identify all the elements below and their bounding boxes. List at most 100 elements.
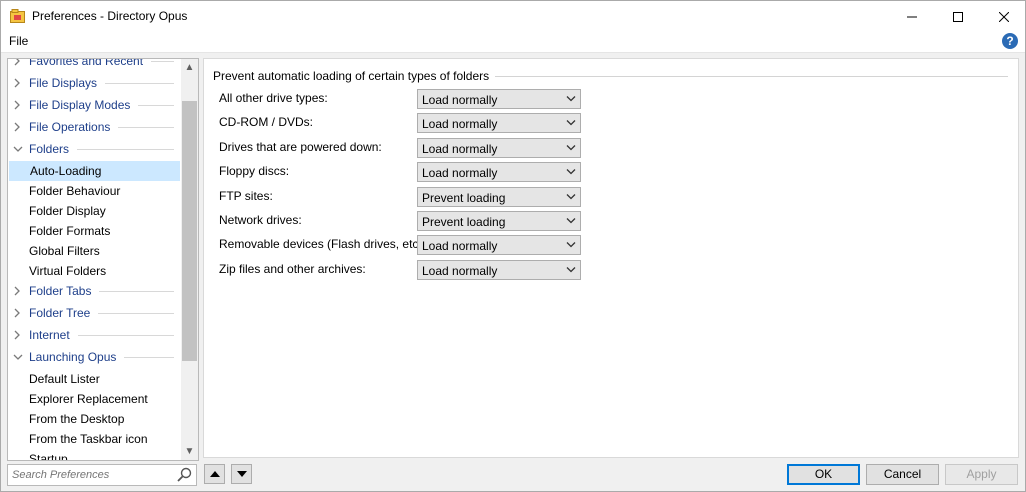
search-icon[interactable] (177, 467, 192, 482)
setting-label: Removable devices (Flash drives, etc): (219, 237, 426, 251)
tree-item[interactable]: File Displays (8, 73, 180, 93)
scroll-thumb[interactable] (182, 101, 197, 361)
dropdown-value: Load normally (422, 264, 498, 278)
tree-item-label: Internet (29, 328, 70, 342)
tree-item[interactable]: Favorites and Recent (8, 59, 180, 71)
maximize-button[interactable] (935, 1, 981, 32)
setting-dropdown[interactable]: Load normally (417, 113, 581, 133)
setting-dropdown[interactable]: Prevent loading (417, 187, 581, 207)
tree-item[interactable]: File Operations (8, 117, 180, 137)
tree-item-label: Folder Tabs (29, 284, 92, 298)
tree-item-label: Folders (29, 142, 70, 156)
tree-item-label: Explorer Replacement (29, 392, 148, 406)
category-rule (138, 105, 174, 106)
tree-item[interactable]: File Display Modes (8, 95, 180, 115)
tree-item-label: Default Lister (29, 372, 100, 386)
setting-label: CD-ROM / DVDs: (219, 115, 313, 129)
setting-dropdown[interactable]: Load normally (417, 235, 581, 255)
tree-item[interactable]: From the Taskbar icon (8, 429, 180, 449)
tree-item[interactable]: Internet (8, 325, 180, 345)
tree-item[interactable]: Folder Display (8, 201, 180, 221)
tree-item-label: Virtual Folders (29, 264, 107, 278)
search-box[interactable] (7, 464, 197, 486)
dropdown-value: Load normally (422, 117, 498, 131)
close-button[interactable] (981, 1, 1026, 32)
category-rule (98, 313, 174, 314)
menu-file[interactable]: File (9, 34, 28, 48)
tree-item[interactable]: Global Filters (8, 241, 180, 261)
dropdown-value: Load normally (422, 93, 498, 107)
setting-dropdown[interactable]: Load normally (417, 260, 581, 280)
help-icon[interactable]: ? (1002, 33, 1018, 49)
scroll-up-arrow-icon[interactable]: ▲ (181, 59, 198, 76)
tree-scrollbar[interactable]: ▲ ▼ (181, 59, 198, 460)
chevron-down-icon (566, 169, 576, 175)
tree-item-label: Startup (29, 452, 68, 461)
chevron-down-icon (566, 218, 576, 224)
move-down-button[interactable] (231, 464, 252, 484)
tree-item[interactable]: Folder Behaviour (8, 181, 180, 201)
cancel-button[interactable]: Cancel (866, 464, 939, 485)
setting-label: FTP sites: (219, 189, 273, 203)
tree-item-label: From the Desktop (29, 412, 125, 426)
category-rule (124, 357, 174, 358)
tree-item-label: Folder Behaviour (29, 184, 121, 198)
arrow-up-icon (209, 471, 220, 477)
tree-item-label: Launching Opus (29, 350, 117, 364)
tree-item[interactable]: From the Desktop (8, 409, 180, 429)
auto-loading-panel: Prevent automatic loading of certain typ… (203, 58, 1019, 458)
move-up-button[interactable] (204, 464, 225, 484)
category-rule (77, 335, 174, 336)
setting-dropdown[interactable]: Load normally (417, 162, 581, 182)
close-icon (999, 11, 1009, 22)
setting-label: Drives that are powered down: (219, 140, 382, 154)
chevron-down-icon (566, 242, 576, 248)
tree-item-label: Folder Display (29, 204, 106, 218)
tree-item[interactable]: Startup (8, 449, 180, 461)
setting-dropdown[interactable]: Load normally (417, 138, 581, 158)
setting-label: Floppy discs: (219, 164, 290, 178)
title-bar[interactable]: Preferences - Directory Opus (1, 1, 1025, 32)
scroll-down-arrow-icon[interactable]: ▼ (181, 443, 198, 460)
group-title: Prevent automatic loading of certain typ… (213, 69, 496, 83)
chevron-down-icon (566, 194, 576, 200)
dropdown-value: Load normally (422, 166, 498, 180)
tree-item[interactable]: Launching Opus (8, 347, 180, 367)
setting-dropdown[interactable]: Prevent loading (417, 211, 581, 231)
tree-item[interactable]: Folder Tabs (8, 281, 180, 301)
tree-item[interactable]: Virtual Folders (8, 261, 180, 281)
dropdown-value: Load normally (422, 142, 498, 156)
tree-item-label: Global Filters (29, 244, 100, 258)
category-rule (99, 291, 174, 292)
tree-item[interactable]: Explorer Replacement (8, 389, 180, 409)
apply-button[interactable]: Apply (945, 464, 1018, 485)
minimize-button[interactable] (889, 1, 935, 32)
setting-label: All other drive types: (219, 91, 328, 105)
tree-item-label: Folder Formats (29, 224, 111, 238)
tree-item[interactable]: Folder Tree (8, 303, 180, 323)
tree-item[interactable]: Folders (8, 139, 180, 159)
minimize-icon (907, 16, 917, 17)
chevron-down-icon (566, 96, 576, 102)
setting-label: Network drives: (219, 213, 302, 227)
setting-dropdown[interactable]: Load normally (417, 89, 581, 109)
preferences-tree[interactable]: Favorites and Recent File Displays File Di… (7, 58, 199, 461)
preferences-window: Preferences - Directory Opus File ? Favo… (0, 0, 1026, 492)
category-rule (105, 83, 174, 84)
search-input[interactable] (12, 467, 172, 483)
tree-item-label: Folder Tree (29, 306, 91, 320)
chevron-down-icon (566, 267, 576, 273)
tree-item[interactable]: Default Lister (8, 369, 180, 389)
tree-item[interactable]: Auto-Loading (9, 161, 180, 181)
tree-item-label: From the Taskbar icon (29, 432, 148, 446)
tree-item-label: File Operations (29, 120, 111, 134)
tree-item-label: Auto-Loading (30, 164, 102, 178)
directory-opus-icon (10, 9, 25, 23)
dropdown-value: Load normally (422, 239, 498, 253)
dropdown-value: Prevent loading (422, 215, 506, 229)
tree-item-label: File Display Modes (29, 98, 131, 112)
ok-button[interactable]: OK (787, 464, 860, 485)
category-rule (151, 61, 174, 62)
dropdown-value: Prevent loading (422, 191, 506, 205)
tree-item[interactable]: Folder Formats (8, 221, 180, 241)
